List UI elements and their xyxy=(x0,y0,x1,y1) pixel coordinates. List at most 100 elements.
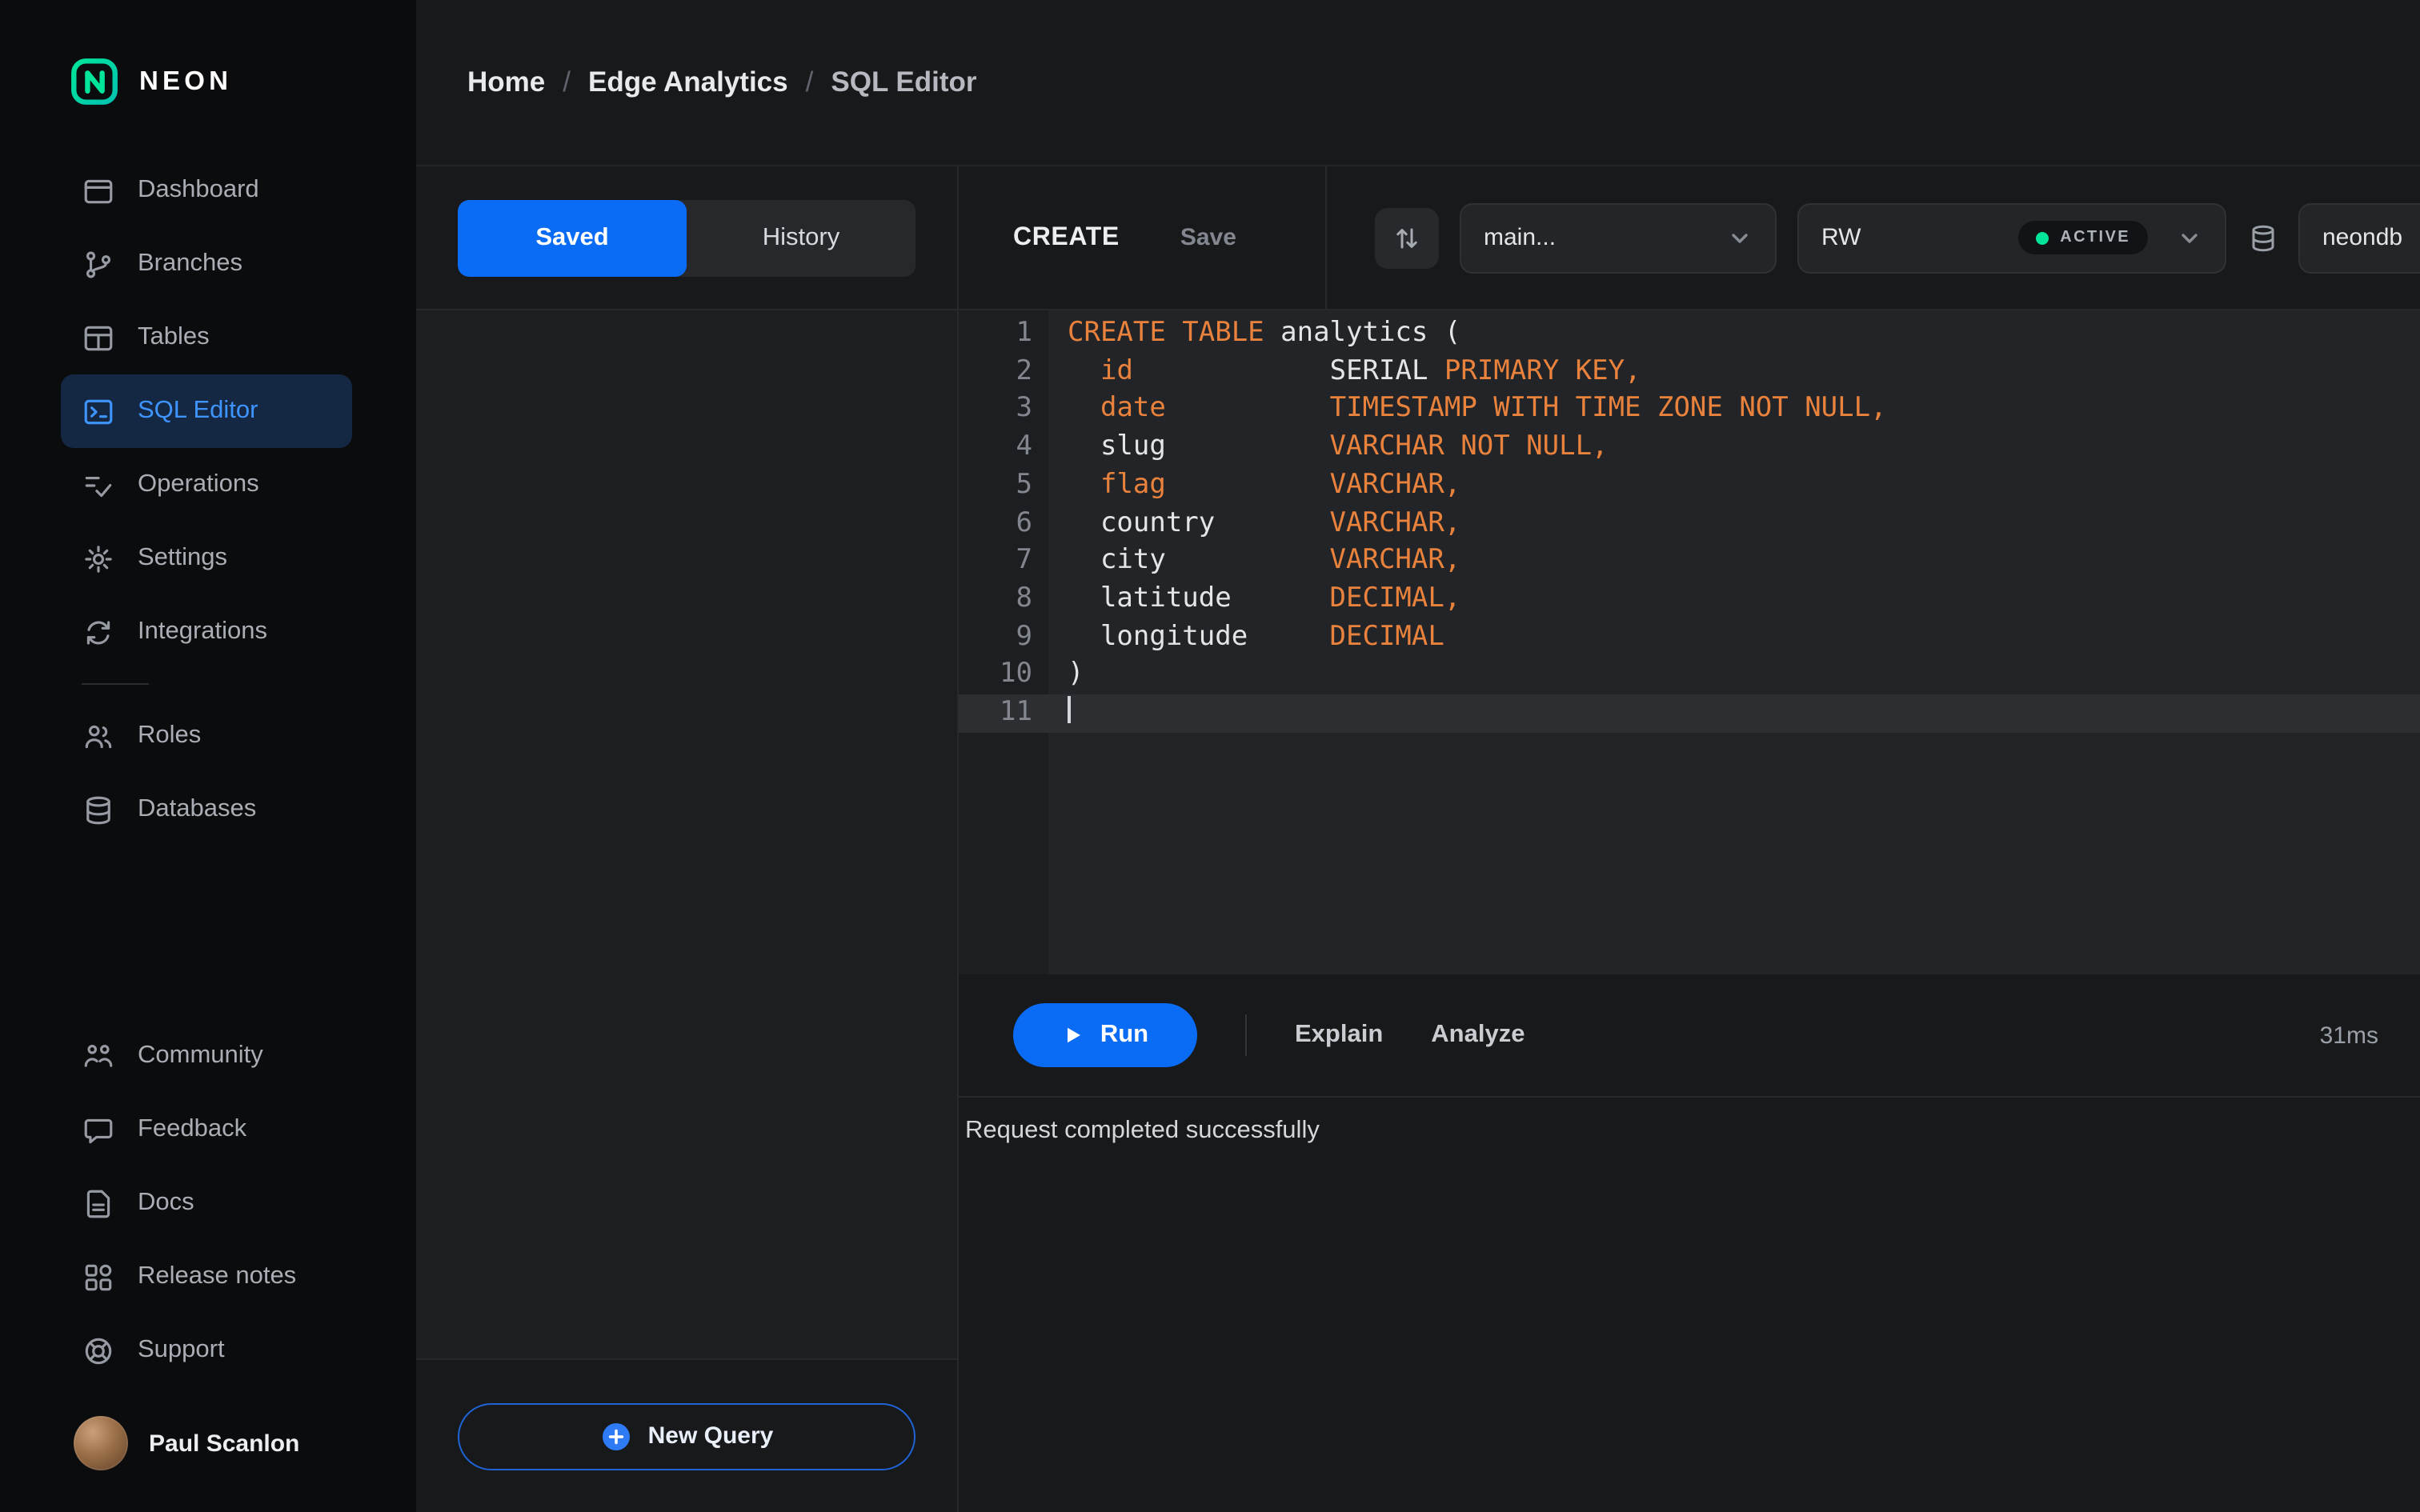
editor-toolbar: CREATE Save main... RW ACTIVE neondb xyxy=(959,166,2420,309)
sidebar-item-label: Community xyxy=(138,1042,263,1069)
user-name: Paul Scanlon xyxy=(149,1430,300,1457)
breadcrumb-project[interactable]: Edge Analytics xyxy=(588,66,788,99)
breadcrumb-separator: / xyxy=(563,66,571,98)
sidebar: NEON Dashboard Branches Tables SQL Edito… xyxy=(0,0,416,1512)
sidebar-item-sql-editor[interactable]: SQL Editor xyxy=(61,374,352,448)
logo-text: NEON xyxy=(139,66,233,95)
git-branch-icon xyxy=(82,247,115,281)
sidebar-item-tables[interactable]: Tables xyxy=(61,301,352,374)
compute-endpoint-select[interactable]: RW ACTIVE xyxy=(1797,202,2226,273)
main-area: Home / Edge Analytics / SQL Editor Saved… xyxy=(416,0,2420,1512)
sidebar-item-label: Feedback xyxy=(138,1115,247,1142)
line-number: 1 xyxy=(1016,317,1033,349)
status-message: Request completed successfully xyxy=(965,1117,1320,1144)
saved-history-tabs: Saved History xyxy=(458,199,916,276)
toolbar-controls: main... RW ACTIVE neondb xyxy=(1327,166,2420,309)
sidebar-item-label: Dashboard xyxy=(138,176,259,203)
save-button[interactable]: Save xyxy=(1180,224,1236,251)
queries-panel-footer: New Query xyxy=(416,1360,957,1512)
sidebar-item-docs[interactable]: Docs xyxy=(61,1166,352,1240)
line-content: id SERIAL PRIMARY KEY, xyxy=(1100,354,1641,387)
code-line[interactable]: 7 city VARCHAR, xyxy=(959,542,2420,580)
line-content: city VARCHAR, xyxy=(1068,544,1461,577)
line-number: 4 xyxy=(1016,430,1033,463)
code-line[interactable]: 11 xyxy=(959,694,2420,733)
sidebar-item-label: Support xyxy=(138,1336,225,1363)
sidebar-item-integrations[interactable]: Integrations xyxy=(61,595,352,669)
sidebar-item-databases[interactable]: Databases xyxy=(61,773,352,846)
breadcrumb: Home / Edge Analytics / SQL Editor xyxy=(416,0,2420,166)
sidebar-item-operations[interactable]: Operations xyxy=(61,448,352,522)
nav-secondary: Roles Databases xyxy=(0,699,416,846)
code-line[interactable]: 5 flag VARCHAR, xyxy=(959,467,2420,505)
breadcrumb-separator: / xyxy=(805,66,814,98)
line-content: date TIMESTAMP WITH TIME ZONE NOT NULL, xyxy=(1100,392,1887,425)
line-number: 7 xyxy=(1016,544,1033,577)
play-icon xyxy=(1062,1024,1084,1046)
line-content: ) xyxy=(1068,658,1084,690)
line-number: 10 xyxy=(1000,658,1032,690)
branch-select-value: main... xyxy=(1484,224,1557,251)
tabs-row: Saved History xyxy=(416,166,957,309)
line-content xyxy=(1048,694,1071,732)
tables-icon xyxy=(82,321,115,354)
sidebar-item-label: Release notes xyxy=(138,1262,297,1290)
branch-select[interactable]: main... xyxy=(1460,202,1777,273)
code-line[interactable]: 1 CREATE TABLE analytics ( xyxy=(959,315,2420,353)
run-button[interactable]: Run xyxy=(1013,1003,1197,1067)
lifebuoy-icon xyxy=(82,1334,115,1367)
line-content: slug VARCHAR NOT NULL, xyxy=(1068,430,1609,463)
line-number: 9 xyxy=(1016,620,1033,653)
sql-editor-icon xyxy=(82,394,115,428)
database-select[interactable]: neondb xyxy=(2298,202,2420,273)
saved-queries-list[interactable] xyxy=(416,309,957,1360)
line-content: country VARCHAR, xyxy=(1068,506,1461,539)
avatar xyxy=(74,1416,128,1470)
database-select-value: neondb xyxy=(2322,224,2403,251)
toolbar-divider xyxy=(1245,1014,1247,1056)
database-icon xyxy=(2247,222,2279,254)
schema-diff-button[interactable] xyxy=(1375,207,1439,268)
line-number: 6 xyxy=(1016,506,1033,539)
line-number: 3 xyxy=(1016,392,1033,425)
sidebar-item-settings[interactable]: Settings xyxy=(61,522,352,595)
code-line[interactable]: 6 country VARCHAR, xyxy=(959,505,2420,542)
sidebar-item-support[interactable]: Support xyxy=(61,1314,352,1387)
sidebar-item-label: Operations xyxy=(138,470,259,498)
code-lines: 1 CREATE TABLE analytics (2 id SERIAL PRI… xyxy=(959,310,2420,733)
operations-checklist-icon xyxy=(82,468,115,502)
sidebar-item-community[interactable]: Community xyxy=(61,1019,352,1093)
line-number: 8 xyxy=(1016,582,1033,614)
plus-circle-icon xyxy=(600,1420,632,1452)
home-logo-link[interactable]: NEON xyxy=(0,0,416,154)
run-label: Run xyxy=(1100,1021,1149,1048)
sidebar-item-branches[interactable]: Branches xyxy=(61,227,352,301)
code-line[interactable]: 10) xyxy=(959,657,2420,694)
code-line[interactable]: 2 id SERIAL PRIMARY KEY, xyxy=(959,353,2420,390)
code-line[interactable]: 4 slug VARCHAR NOT NULL, xyxy=(959,429,2420,466)
sidebar-item-dashboard[interactable]: Dashboard xyxy=(61,154,352,227)
sql-code-editor[interactable]: 1 CREATE TABLE analytics (2 id SERIAL PRI… xyxy=(959,309,2420,974)
code-line[interactable]: 9 longitude DECIMAL xyxy=(959,618,2420,656)
chat-bubble-icon xyxy=(82,1113,115,1146)
code-line[interactable]: 3 date TIMESTAMP WITH TIME ZONE NOT NULL… xyxy=(959,391,2420,429)
analyze-button[interactable]: Analyze xyxy=(1431,1021,1525,1050)
sidebar-item-release-notes[interactable]: Release notes xyxy=(61,1240,352,1314)
nav-primary: Dashboard Branches Tables SQL Editor Ope… xyxy=(0,154,416,669)
status-badge: ACTIVE xyxy=(2018,221,2148,254)
text-caret xyxy=(1068,696,1071,724)
editor-column: CREATE Save main... RW ACTIVE neondb 1 C… xyxy=(959,166,2420,1512)
sidebar-divider xyxy=(82,683,149,685)
breadcrumb-home[interactable]: Home xyxy=(467,66,545,99)
tab-saved[interactable]: Saved xyxy=(458,199,687,276)
tab-history[interactable]: History xyxy=(687,199,916,276)
sidebar-item-feedback[interactable]: Feedback xyxy=(61,1093,352,1166)
run-toolbar: Run Explain Analyze 31ms xyxy=(959,974,2420,1098)
schema-diff-icon xyxy=(1391,222,1423,254)
explain-button[interactable]: Explain xyxy=(1295,1021,1383,1050)
sidebar-item-roles[interactable]: Roles xyxy=(61,699,352,773)
new-query-button[interactable]: New Query xyxy=(458,1402,916,1470)
code-line[interactable]: 8 latitude DECIMAL, xyxy=(959,581,2420,618)
user-menu[interactable]: Paul Scanlon xyxy=(0,1387,416,1512)
